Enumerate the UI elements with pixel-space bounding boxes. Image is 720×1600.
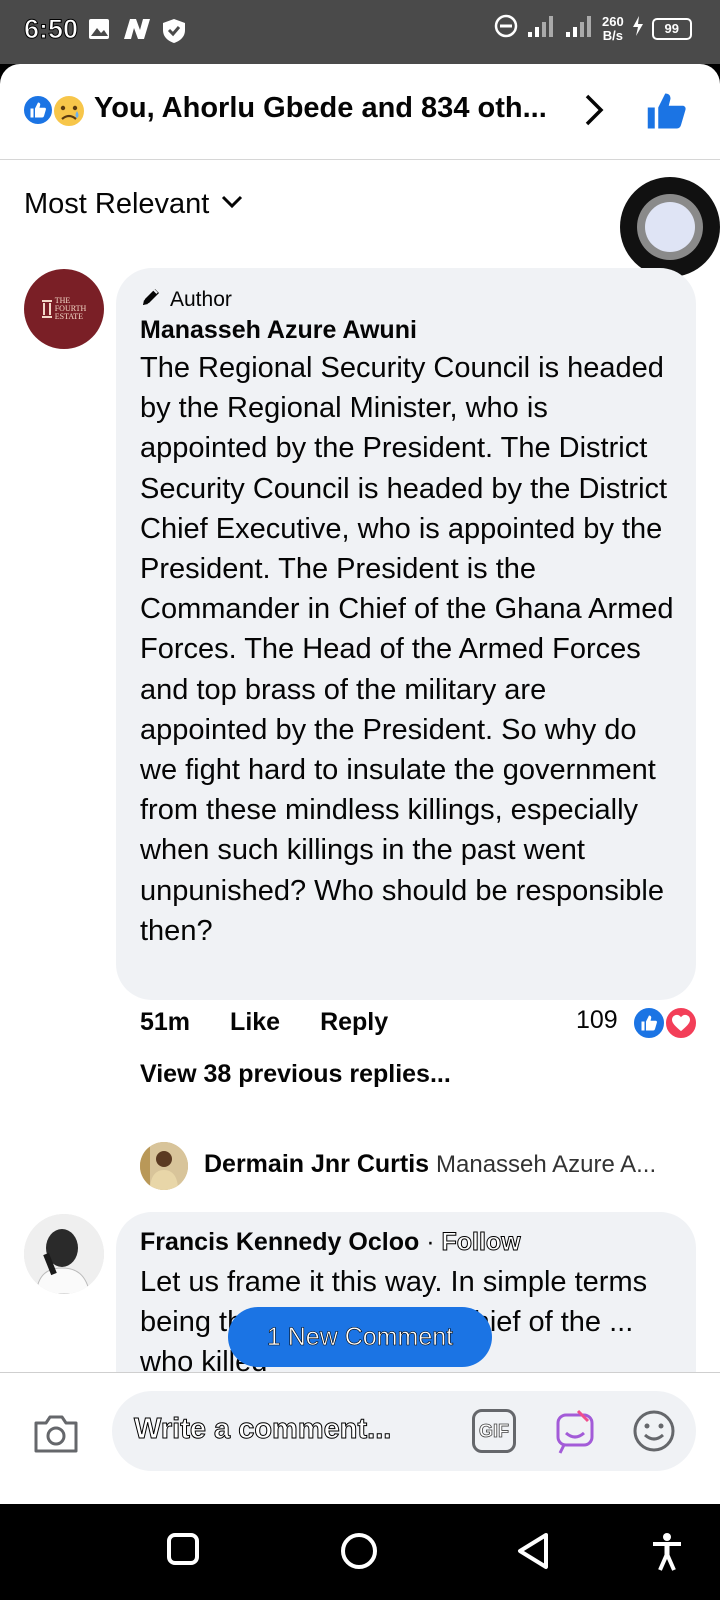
gallery-icon <box>88 18 110 45</box>
recents-icon[interactable] <box>166 1532 200 1571</box>
like-button-icon[interactable] <box>646 90 688 137</box>
assistant-core <box>645 202 695 252</box>
status-right: 260 B/s 99 <box>494 14 692 43</box>
like-reaction-icon <box>632 1006 666 1040</box>
reply-snippet: Manasseh Azure A... <box>436 1151 657 1178</box>
avatar-dermain-jnr-curtis[interactable] <box>140 1142 188 1190</box>
camera-icon[interactable] <box>32 1413 80 1460</box>
floating-assistant-button[interactable] <box>620 177 720 277</box>
reply-author: Dermain Jnr Curtis <box>204 1150 430 1178</box>
separator-dot: · <box>419 1228 442 1256</box>
signal-3g-icon <box>564 14 594 43</box>
reactions-summary: You, Ahorlu Gbede and 834 oth... <box>94 92 547 124</box>
comment-composer: Write a comment... GIF <box>0 1372 720 1504</box>
comment-placeholder: Write a comment... <box>133 1413 392 1446</box>
reactions-header[interactable]: You, Ahorlu Gbede and 834 oth... <box>0 64 720 160</box>
avatar-francis-kennedy-ocloo[interactable] <box>24 1214 104 1294</box>
comments-sheet: You, Ahorlu Gbede and 834 oth... Most Re… <box>0 64 720 1504</box>
pen-icon <box>140 286 162 314</box>
view-previous-replies[interactable]: View 38 previous replies... <box>140 1060 451 1089</box>
home-icon[interactable] <box>340 1532 378 1575</box>
net-speed-unit: B/s <box>602 27 623 43</box>
new-comment-pill[interactable]: 1 New Comment <box>228 1307 492 1367</box>
emoji-icon[interactable] <box>632 1409 676 1458</box>
comment-time: 51m <box>140 1008 191 1036</box>
status-time: 6:50 <box>23 14 79 45</box>
comment-bubble-author[interactable]: Author Manasseh Azure Awuni The Regional… <box>116 268 696 1000</box>
sort-dropdown[interactable]: Most Relevant <box>24 188 243 221</box>
commenter-name[interactable]: Manasseh Azure Awuni <box>140 316 417 345</box>
battery-level: 99 <box>664 21 679 36</box>
sad-reaction-icon <box>52 94 86 128</box>
reply-link[interactable]: Reply <box>320 1008 388 1037</box>
system-navigation-bar <box>0 1504 720 1600</box>
author-badge: Author <box>140 286 232 314</box>
avatar-the-fourth-estate[interactable]: THE FOURTH ESTATE <box>24 269 104 349</box>
author-badge-label: Author <box>170 288 232 311</box>
do-not-disturb-icon <box>494 14 518 43</box>
sticker-icon[interactable] <box>552 1409 600 1460</box>
latest-reply-preview[interactable]: Dermain Jnr Curtis Manasseh Azure A... <box>204 1150 690 1179</box>
net-speed: 260 B/s <box>602 13 624 43</box>
shield-icon <box>162 18 186 49</box>
chevron-right-icon[interactable] <box>584 94 604 131</box>
comment-header: Francis Kennedy Ocloo · Follow <box>140 1228 521 1257</box>
back-icon[interactable] <box>516 1532 552 1575</box>
signal-icon <box>526 14 556 43</box>
net-speed-value: 260 <box>602 13 624 29</box>
fourth-estate-logo: THE FOURTH ESTATE <box>41 297 87 321</box>
sort-label: Most Relevant <box>24 188 210 220</box>
news-app-icon <box>122 18 152 45</box>
logo-line-3: ESTATE <box>54 312 83 321</box>
comment-text: The Regional Security Council is headed … <box>140 352 674 947</box>
comment-input[interactable]: Write a comment... GIF <box>112 1391 696 1471</box>
assistant-ring <box>637 194 703 260</box>
gif-button[interactable]: GIF <box>472 1409 516 1453</box>
reaction-count[interactable]: 109 <box>576 1006 618 1035</box>
follow-link[interactable]: Follow <box>441 1228 521 1257</box>
chevron-down-icon <box>221 195 243 214</box>
logo-lines: THE FOURTH ESTATE <box>55 297 87 321</box>
like-link[interactable]: Like <box>230 1008 280 1037</box>
like-reaction-icon <box>22 94 54 126</box>
status-bar: 6:50 260 B/s 99 <box>0 0 720 64</box>
accessibility-icon[interactable] <box>650 1532 684 1577</box>
battery-icon: 99 <box>651 17 692 40</box>
comment-actions: 51m Like Reply <box>140 1008 388 1037</box>
love-reaction-icon <box>664 1006 698 1040</box>
commenter-name[interactable]: Francis Kennedy Ocloo <box>140 1228 419 1256</box>
charging-icon <box>632 15 644 42</box>
